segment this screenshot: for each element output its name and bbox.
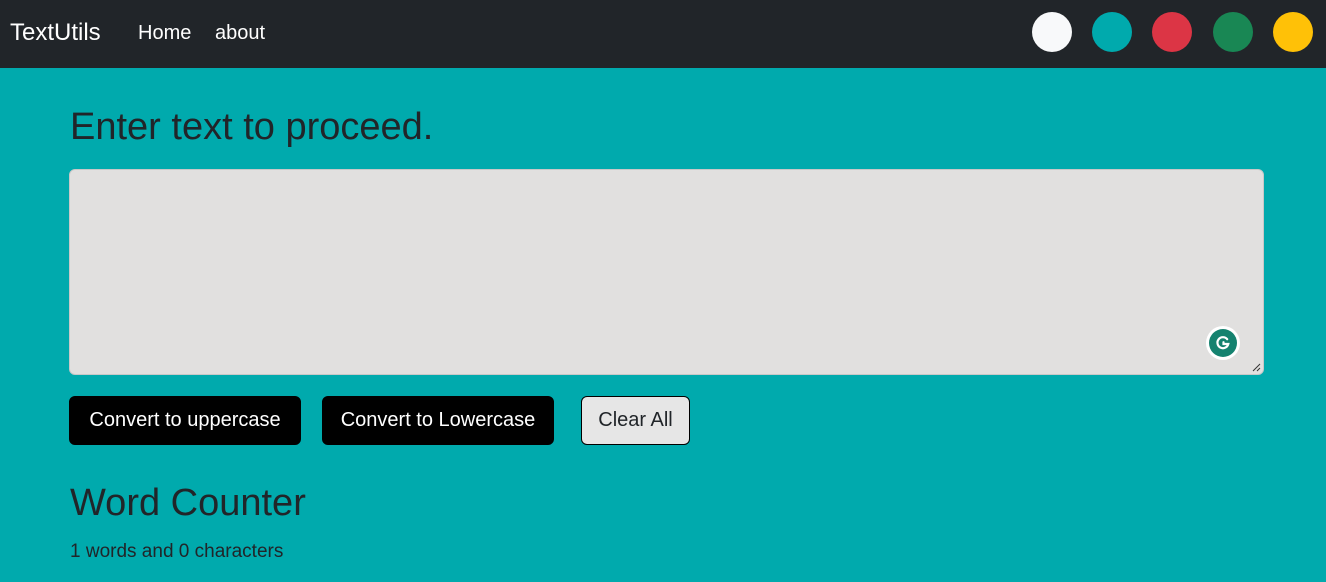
theme-swatch-green[interactable] [1213, 12, 1253, 52]
navbar: TextUtils Home about [0, 0, 1326, 68]
theme-swatch-teal[interactable] [1092, 12, 1132, 52]
resize-grip-icon[interactable] [1251, 362, 1261, 372]
text-input-container [69, 169, 1264, 375]
theme-swatch-yellow[interactable] [1273, 12, 1313, 52]
word-counter-stats: 1 words and 0 characters [70, 541, 284, 562]
grammarly-g-glyph [1216, 336, 1230, 350]
nav-link-about[interactable]: about [215, 20, 265, 46]
clear-all-button[interactable]: Clear All [581, 396, 690, 445]
convert-lowercase-button[interactable]: Convert to Lowercase [322, 396, 554, 445]
page-heading: Enter text to proceed. [70, 106, 434, 148]
brand-logo[interactable]: TextUtils [10, 18, 101, 48]
nav-link-home[interactable]: Home [138, 20, 191, 46]
convert-uppercase-button[interactable]: Convert to uppercase [69, 396, 301, 445]
word-counter-title: Word Counter [70, 482, 306, 524]
theme-swatch-red[interactable] [1152, 12, 1192, 52]
grammarly-icon-inner [1209, 329, 1237, 357]
theme-swatch-white[interactable] [1032, 12, 1072, 52]
grammarly-icon[interactable] [1206, 326, 1240, 360]
text-input[interactable] [69, 169, 1264, 375]
